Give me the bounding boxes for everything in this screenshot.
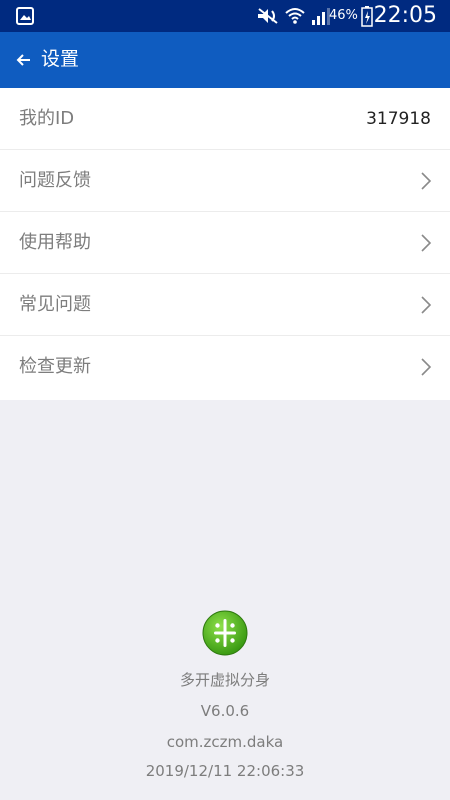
settings-item-help[interactable]: 使用帮助: [0, 212, 450, 274]
mute-icon: [258, 8, 278, 24]
settings-item-label: 常见问题: [19, 294, 91, 315]
back-arrow-icon[interactable]: [14, 49, 36, 71]
app-name: 多开虚拟分身: [179, 671, 270, 689]
settings-item-faq[interactable]: 常见问题: [0, 274, 450, 336]
my-id-row: 我的ID 317918: [0, 88, 450, 150]
battery-charging-icon: [361, 6, 373, 27]
app-version: V6.0.6: [200, 702, 250, 720]
app-logo-icon: [202, 610, 248, 656]
settings-item-label: 检查更新: [19, 356, 91, 377]
my-id-value: 317918: [366, 109, 431, 129]
status-bar: 46% 22:05: [0, 0, 450, 32]
app-bar: 设置: [0, 32, 450, 88]
settings-item-feedback[interactable]: 问题反馈: [0, 150, 450, 212]
chevron-right-icon: [421, 234, 432, 252]
chevron-right-icon: [421, 172, 432, 190]
settings-list: 我的ID 317918 问题反馈 使用帮助 常见问题 检查更新: [0, 88, 450, 400]
app-package-name: com.zczm.daka: [166, 733, 284, 751]
page-title: 设置: [41, 48, 80, 70]
chevron-right-icon: [421, 296, 432, 314]
clock: 22:05: [373, 3, 437, 28]
chevron-right-icon: [421, 358, 432, 376]
battery-percentage: 46%: [329, 8, 358, 23]
settings-item-label: 使用帮助: [19, 232, 91, 253]
settings-item-check-update[interactable]: 检查更新: [0, 336, 450, 400]
status-icons: [256, 4, 332, 28]
my-id-label: 我的ID: [19, 108, 75, 129]
settings-item-label: 问题反馈: [19, 170, 91, 191]
image-icon: [16, 7, 34, 25]
app-build-time: 2019/12/11 22:06:33: [145, 762, 305, 780]
wifi-icon: [285, 8, 305, 24]
